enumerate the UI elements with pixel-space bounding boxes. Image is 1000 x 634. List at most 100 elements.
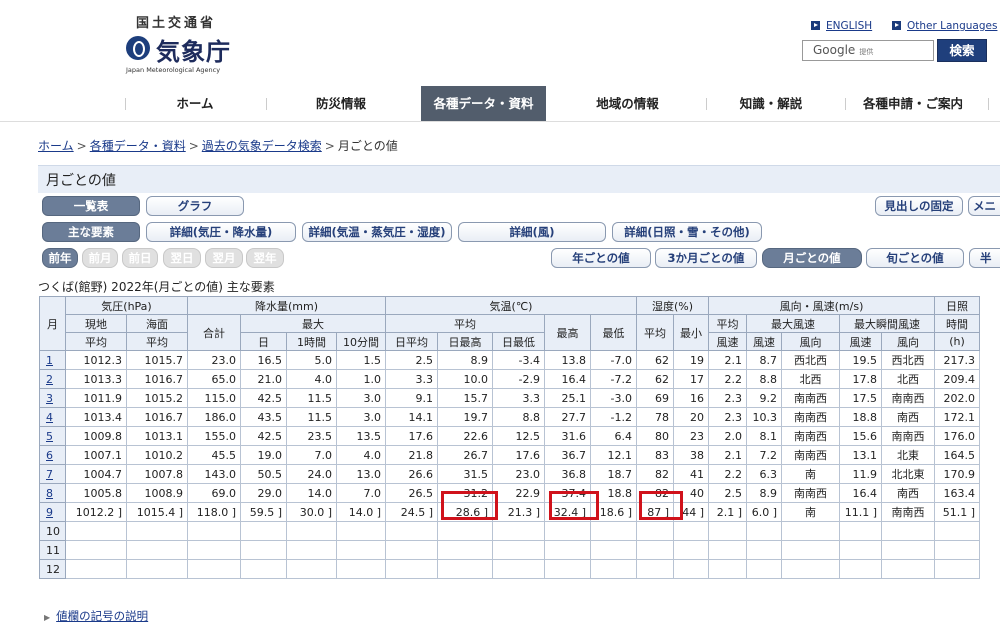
row-month[interactable]: 8 [39,483,66,503]
agency-name: 気象庁 [156,38,231,66]
table-cell: 163.4 [934,483,980,503]
nav-regional-info[interactable]: 地域の情報 [550,86,705,122]
table-cell: 14.0 [286,483,337,503]
highlight-highest-august [549,491,599,520]
table-cell: 南南西 [781,483,840,503]
symbol-explanation-link[interactable]: ▶ 値欄の記号の説明 [44,608,148,624]
highlight-humidity-august [639,491,683,520]
row-month[interactable]: 4 [39,407,66,427]
table-cell: -7.0 [590,350,637,370]
row-month[interactable]: 2 [39,369,66,389]
english-link[interactable]: ENGLISH [811,20,872,32]
row-month[interactable]: 9 [39,502,66,522]
half-month-values-button[interactable]: 半 [969,248,1000,268]
month-link[interactable]: 8 [46,487,53,500]
month-link[interactable]: 1 [46,354,53,367]
yearly-values-button[interactable]: 年ごとの値 [551,248,651,268]
list-view-button[interactable]: 一覧表 [42,196,140,216]
table-cell: 8.1 [746,426,782,446]
table-cell: 南西 [881,407,935,427]
other-languages-link[interactable]: Other Languages [892,20,997,32]
ten-day-values-button[interactable]: 旬ごとの値 [866,248,964,268]
table-cell [65,521,127,541]
nav-applications[interactable]: 各種申請・ご案内 [846,86,980,122]
tab-main-elements[interactable]: 主な要素 [42,222,140,242]
table-cell: 24.5 ] [385,502,438,522]
quarterly-values-button[interactable]: 3か月ごとの値 [655,248,757,268]
nav-knowledge[interactable]: 知識・解説 [706,86,836,122]
nav-disaster-info[interactable]: 防災情報 [266,86,416,122]
col-temp-lowest: 最低 [590,314,637,351]
menu-button[interactable]: メニ [968,196,1000,216]
table-cell: 西北西 [881,350,935,370]
month-link[interactable]: 9 [46,506,53,519]
table-cell: 1005.8 [65,483,127,503]
table-cell [636,521,674,541]
agency-logo[interactable]: 国土交通省 気象庁 Japan Meteorological Agency [124,12,244,76]
table-cell: 1.5 [336,350,386,370]
table-cell: 2.2 [708,369,747,389]
month-link[interactable]: 2 [46,373,53,386]
table-cell [336,521,386,541]
breadcrumb-data[interactable]: 各種データ・資料 [90,139,186,153]
table-row: 11 [39,540,980,560]
table-row: 7 1004.7 1007.8 143.0 50.5 24.0 13.0 26.6 31.5 23… [39,464,980,484]
table-cell: 19.0 [240,445,287,465]
col-precip-1h: 1時間 [286,332,337,351]
col-precip-max: 最大 [240,314,386,333]
row-month[interactable]: 1 [39,350,66,370]
search-input[interactable]: Google 提供 [802,40,934,61]
table-cell: 2.1 [708,445,747,465]
table-cell: 65.0 [187,369,241,389]
table-cell: 143.0 [187,464,241,484]
nav-data[interactable]: 各種データ・資料 [421,86,546,122]
month-link[interactable]: 3 [46,392,53,405]
nav-home[interactable]: ホーム [125,86,265,122]
fixed-header-button[interactable]: 見出しの固定 [875,196,963,216]
next-month-button: 翌月 [205,248,243,268]
table-cell: 1.0 [336,369,386,389]
row-month[interactable]: 7 [39,464,66,484]
table-cell: 1011.9 [65,388,127,408]
row-month[interactable]: 3 [39,388,66,408]
table-cell: 6.0 ] [746,502,782,522]
table-cell: -7.2 [590,369,637,389]
prev-year-button[interactable]: 前年 [42,248,78,268]
tab-detail-pressure-precip[interactable]: 詳細(気圧・降水量) [146,222,296,242]
table-cell [839,559,882,579]
table-cell [240,521,287,541]
breadcrumb-home[interactable]: ホーム [38,139,74,153]
graph-view-button[interactable]: グラフ [146,196,244,216]
table-cell: -2.9 [492,369,545,389]
search-button[interactable]: 検索 [937,39,987,62]
month-link[interactable]: 7 [46,468,53,481]
table-cell: 14.0 ] [336,502,386,522]
table-cell: 北北東 [881,464,935,484]
col-precip-day: 日 [240,332,287,351]
table-cell [240,540,287,560]
breadcrumb-past-data-search[interactable]: 過去の気象データ検索 [202,139,322,153]
nav-divider-line [0,121,1000,122]
global-nav: ホーム 防災情報 各種データ・資料 地域の情報 知識・解説 各種申請・ご案内 [0,86,1000,122]
col-wind-avg-speed: 風速 [708,332,747,351]
tab-detail-sunshine[interactable]: 詳細(日照・雪・その他) [612,222,762,242]
col-station-avg: 平均 [65,332,127,351]
col-sunshine: 日照 [934,296,980,315]
table-cell [437,540,493,560]
row-month[interactable]: 6 [39,445,66,465]
table-cell: 42.5 [240,388,287,408]
table-cell: 62 [636,350,674,370]
tab-detail-wind[interactable]: 詳細(風) [458,222,606,242]
table-cell: 82 [636,464,674,484]
table-cell: 1012.2 ] [65,502,127,522]
table-cell: -1.2 [590,407,637,427]
table-cell: 7.0 [336,483,386,503]
col-humidity-avg: 平均 [636,314,674,351]
month-link[interactable]: 6 [46,449,53,462]
tab-detail-temp-humidity[interactable]: 詳細(気温・蒸気圧・湿度) [302,222,452,242]
row-month[interactable]: 5 [39,426,66,446]
table-cell: 209.4 [934,369,980,389]
month-link[interactable]: 4 [46,411,53,424]
monthly-values-button[interactable]: 月ごとの値 [762,248,862,268]
month-link[interactable]: 5 [46,430,53,443]
